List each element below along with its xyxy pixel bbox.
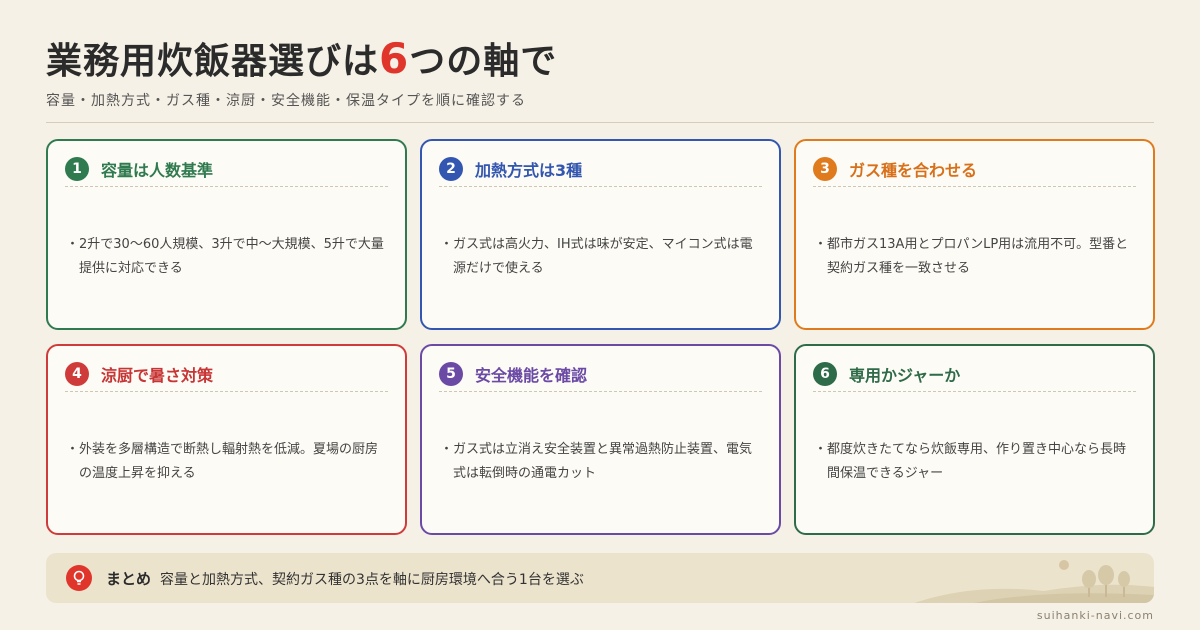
card-text: 外装を多層構造で断熱し輻射熱を低減。夏場の厨房の温度上昇を抑える [79,442,379,481]
summary-label: まとめ [106,570,152,588]
number-badge: 1 [65,157,89,181]
page-title: 業務用炊飯器選びは6つの軸で [46,32,557,84]
cards-grid: 1 容量は人数基準 ・ 2升で30〜60人規模、3升で中〜大規模、5升で大量提供… [46,139,1155,535]
card-title: 専用かジャーか [849,366,961,385]
card-divider [813,391,1136,392]
card-cool-kitchen: 4 涼厨で暑さ対策 ・ 外装を多層構造で断熱し輻射熱を低減。夏場の厨房の温度上昇… [46,344,407,535]
card-text: 2升で30〜60人規模、3升で中〜大規模、5升で大量提供に対応できる [79,237,384,276]
card-divider [65,391,388,392]
number-badge: 6 [813,362,837,386]
card-title: 容量は人数基準 [101,161,214,180]
card-capacity: 1 容量は人数基準 ・ 2升で30〜60人規模、3升で中〜大規模、5升で大量提供… [46,139,407,330]
card-body: ・ 都市ガス13A用とプロパンLP用は流用不可。型番と契約ガス種を一致させる [814,233,1139,281]
card-gas-type: 3 ガス種を合わせる ・ 都市ガス13A用とプロパンLP用は流用不可。型番と契約… [794,139,1155,330]
bullet: ・ [66,442,80,457]
title-number: 6 [379,34,410,83]
summary-text: 容量と加熱方式、契約ガス種の3点を軸に厨房環境へ合う1台を選ぶ [160,572,584,588]
number-badge: 2 [439,157,463,181]
card-divider [813,186,1136,187]
card-title: 安全機能を確認 [475,366,588,385]
card-header: 2 加熱方式は3種 [439,157,582,181]
card-body: ・ 2升で30〜60人規模、3升で中〜大規模、5升で大量提供に対応できる [66,233,391,281]
card-header: 4 涼厨で暑さ対策 [65,362,213,386]
card-header: 1 容量は人数基準 [65,157,213,181]
number-badge: 3 [813,157,837,181]
page-subtitle: 容量・加熱方式・ガス種・涼厨・安全機能・保温タイプを順に確認する [46,93,526,109]
card-title: ガス種を合わせる [849,161,978,180]
card-safety: 5 安全機能を確認 ・ ガス式は立消え安全装置と異常過熱防止装置、電気式は転倒時… [420,344,781,535]
card-divider [65,186,388,187]
card-body: ・ 外装を多層構造で断熱し輻射熱を低減。夏場の厨房の温度上昇を抑える [66,438,391,486]
card-text: ガス式は高火力、IH式は味が安定、マイコン式は電源だけで使える [453,237,753,276]
number-badge: 4 [65,362,89,386]
card-body: ・ ガス式は立消え安全装置と異常過熱防止装置、電気式は転倒時の通電カット [440,438,765,486]
header-divider [46,122,1154,123]
card-keep-warm: 6 専用かジャーか ・ 都度炊きたてなら炊飯専用、作り置き中心なら長時間保温でき… [794,344,1155,535]
bullet: ・ [66,237,80,252]
lightbulb-icon [66,565,92,591]
card-header: 6 専用かジャーか [813,362,960,386]
card-text: 都度炊きたてなら炊飯専用、作り置き中心なら長時間保温できるジャー [827,442,1127,481]
site-domain: suihanki-navi.com [1036,609,1154,622]
card-text: 都市ガス13A用とプロパンLP用は流用不可。型番と契約ガス種を一致させる [827,237,1129,276]
title-after: つの軸で [409,41,558,82]
card-heating: 2 加熱方式は3種 ・ ガス式は高火力、IH式は味が安定、マイコン式は電源だけで… [420,139,781,330]
card-body: ・ ガス式は高火力、IH式は味が安定、マイコン式は電源だけで使える [440,233,765,281]
card-body: ・ 都度炊きたてなら炊飯専用、作り置き中心なら長時間保温できるジャー [814,438,1139,486]
summary-bar: まとめ 容量と加熱方式、契約ガス種の3点を軸に厨房環境へ合う1台を選ぶ [46,553,1154,603]
card-header: 5 安全機能を確認 [439,362,587,386]
title-before: 業務用炊飯器選びは [46,41,380,82]
number-badge: 5 [439,362,463,386]
card-divider [439,186,762,187]
card-title: 加熱方式は3種 [475,161,583,180]
bullet: ・ [440,237,454,252]
card-header: 3 ガス種を合わせる [813,157,977,181]
bullet: ・ [814,442,828,457]
hills-trees-illustration [914,560,1154,603]
card-title: 涼厨で暑さ対策 [101,366,214,385]
card-text: ガス式は立消え安全装置と異常過熱防止装置、電気式は転倒時の通電カット [453,442,753,481]
bullet: ・ [440,442,454,457]
card-divider [439,391,762,392]
bullet: ・ [814,237,828,252]
